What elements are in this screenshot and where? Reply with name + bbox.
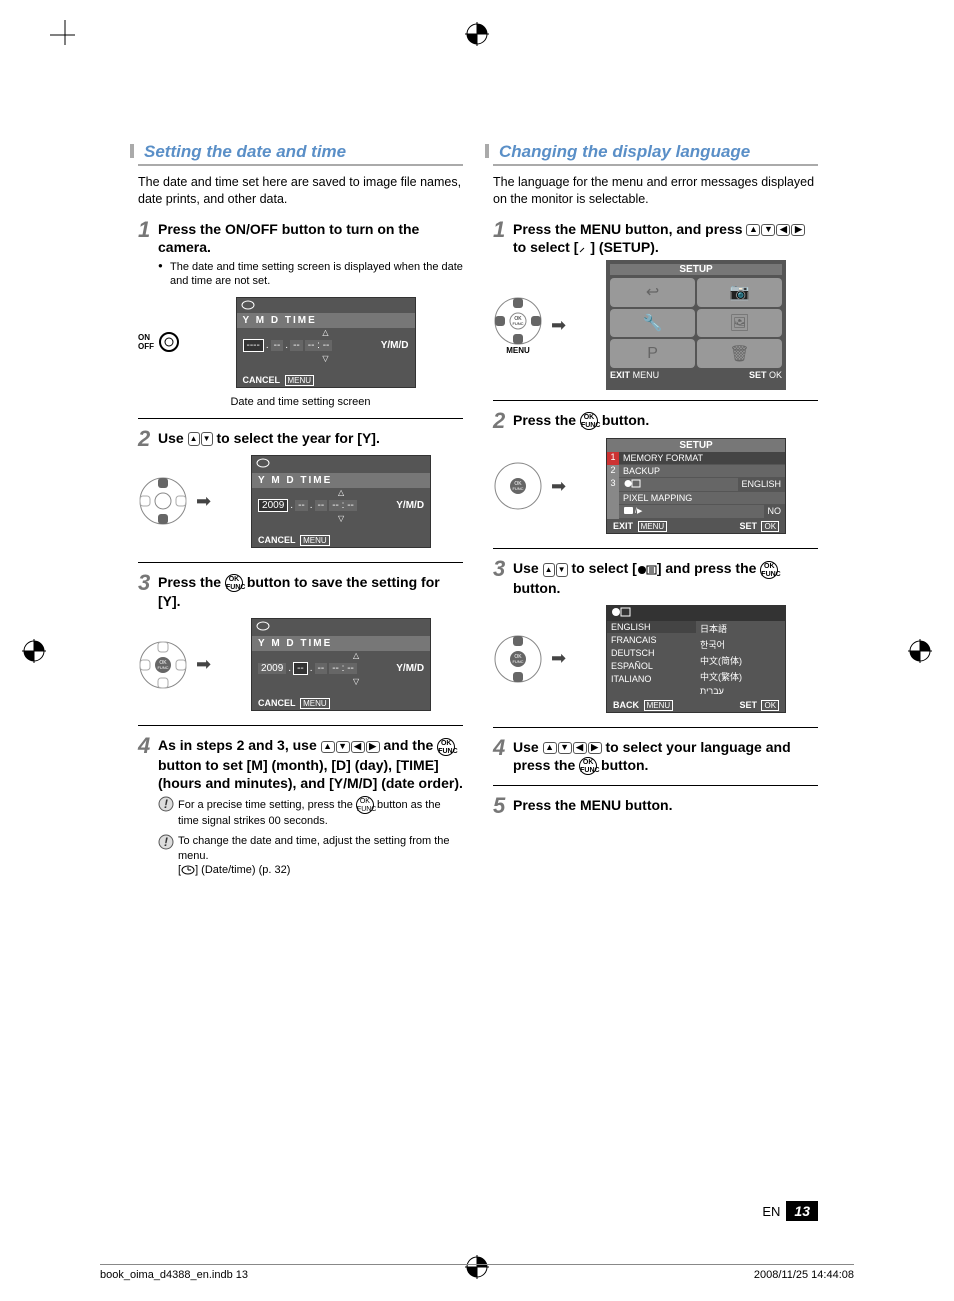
step-number: 4 xyxy=(138,732,150,761)
setup-item-icon: 🗑 xyxy=(697,339,782,368)
step-number: 3 xyxy=(493,555,505,584)
lcd-screen-3: Y M D TIME △ 2009. --. -- -- : -- Y/M/D … xyxy=(251,618,431,711)
ok-func-button-icon: OKFUNC xyxy=(225,574,243,592)
arrow-right-icon: ➡ xyxy=(551,476,566,497)
tip-1: ! For a precise time setting, press the … xyxy=(138,796,463,828)
step-3: 3 Press the OKFUNC button to save the se… xyxy=(138,573,463,715)
svg-text:FUNC: FUNC xyxy=(512,321,523,326)
setup-item-icon: 🔧 xyxy=(610,309,695,338)
crop-mark-right-icon xyxy=(906,637,934,665)
step-text: Use ▲▼◀▶ to select your language and pre… xyxy=(513,739,791,773)
dpad-icon: OKFUNC xyxy=(493,461,543,511)
dpad-icon: OKFUNC xyxy=(493,296,543,346)
step-r2: 2 Press the OKFUNC button. OKFUNC ➡ SETU… xyxy=(493,411,818,538)
lcd-caption: Date and time setting screen xyxy=(138,396,463,408)
camera-play-icon: /▶ xyxy=(623,506,645,515)
step-number: 1 xyxy=(493,216,505,245)
page-number: EN 13 xyxy=(762,1201,818,1221)
arrow-right-icon: ➡ xyxy=(196,491,211,512)
setup-menu-screen: SETUP ↩ 📷 🔧 🖼 P 🗑 EXIT MENUSET OK xyxy=(606,260,786,390)
step-text: Press the OKFUNC button to save the sett… xyxy=(158,574,440,609)
tip-2: ! To change the date and time, adjust th… xyxy=(138,834,463,877)
ok-func-button-icon: OKFUNC xyxy=(437,738,455,756)
crop-mark-left-icon xyxy=(20,637,48,665)
step-1: 1 Press the ON/OFF button to turn on the… xyxy=(138,220,463,408)
wrench-icon xyxy=(578,242,590,254)
arrow-buttons-icon: ▲▼◀▶ xyxy=(321,741,380,753)
setup-list-screen: SETUP 1MEMORY FORMAT 2BACKUP 3ENGLISH PI… xyxy=(606,438,786,534)
step-text: Use ▲▼ to select [] and press the OKFUNC… xyxy=(513,560,778,595)
step-r3: 3 Use ▲▼ to select [] and press the OKFU… xyxy=(493,559,818,716)
setup-item-icon: 📷 xyxy=(697,278,782,307)
language-icon xyxy=(637,564,657,576)
arrow-right-icon: ➡ xyxy=(551,315,566,336)
section-heading: Setting the date and time xyxy=(138,140,463,166)
step-number: 5 xyxy=(493,792,505,821)
up-down-buttons-icon: ▲▼ xyxy=(188,432,213,446)
info-icon: ! xyxy=(158,834,174,850)
svg-text:/▶: /▶ xyxy=(635,508,643,515)
up-down-buttons-icon: ▲▼ xyxy=(543,563,568,577)
ok-func-button-icon: OKFUNC xyxy=(760,561,778,579)
manual-page: Setting the date and time The date and t… xyxy=(0,0,954,1301)
clock-icon xyxy=(181,865,195,875)
arrow-right-icon: ➡ xyxy=(551,648,566,669)
svg-text:!: ! xyxy=(164,835,168,849)
footer-metadata: book_oima_d4388_en.indb 13 2008/11/25 14… xyxy=(100,1264,854,1281)
crop-mark-top-icon xyxy=(463,20,491,48)
footer-file: book_oima_d4388_en.indb 13 xyxy=(100,1269,248,1281)
intro-text: The date and time set here are saved to … xyxy=(138,174,463,208)
step-text: Press the MENU button, and press ▲▼◀▶ to… xyxy=(513,221,805,255)
lcd-screen-2: Y M D TIME △ 2009. --. -- -- : -- Y/M/D … xyxy=(251,455,431,548)
intro-text: The language for the menu and error mess… xyxy=(493,174,818,208)
step-r5: 5 Press the MENU button. xyxy=(493,796,818,814)
step-number: 2 xyxy=(138,425,150,454)
ok-func-button-icon: OKFUNC xyxy=(356,796,374,814)
dpad-icon: OKFUNC xyxy=(138,640,188,690)
svg-text:!: ! xyxy=(164,797,168,811)
section-heading-text: Setting the date and time xyxy=(144,142,346,161)
arrow-right-icon: ➡ xyxy=(196,654,211,675)
step-number: 1 xyxy=(138,216,150,245)
ok-func-button-icon: OKFUNC xyxy=(579,757,597,775)
crop-corner-icon xyxy=(50,20,80,50)
language-icon xyxy=(611,607,631,617)
step-text: Press the ON/OFF button to turn on the c… xyxy=(158,221,419,255)
step-number: 4 xyxy=(493,734,505,763)
step-number: 2 xyxy=(493,407,505,436)
svg-text:FUNC: FUNC xyxy=(512,486,523,491)
lcd-screen-1: Y M D TIME △ ----. --. -- -- : -- Y/M/D … xyxy=(236,297,416,388)
language-icon xyxy=(623,479,641,488)
step-r4: 4 Use ▲▼◀▶ to select your language and p… xyxy=(493,738,818,775)
step-text: Press the OKFUNC button. xyxy=(513,412,649,428)
footer-timestamp: 2008/11/25 14:44:08 xyxy=(754,1269,854,1281)
menu-label: MENU xyxy=(493,346,543,355)
step-number: 3 xyxy=(138,569,150,598)
arrow-buttons-icon: ▲▼◀▶ xyxy=(543,742,602,754)
arrow-buttons-icon: ▲▼◀▶ xyxy=(746,224,805,236)
step-text: As in steps 2 and 3, use ▲▼◀▶ and the OK… xyxy=(158,737,463,790)
step-text: Press the MENU button. xyxy=(513,797,672,813)
section-heading: Changing the display language xyxy=(493,140,818,166)
setup-item-icon: ↩ xyxy=(610,278,695,307)
step-r1: 1 Press the MENU button, and press ▲▼◀▶ … xyxy=(493,220,818,390)
dpad-icon xyxy=(138,476,188,526)
step-note: The date and time setting screen is disp… xyxy=(138,260,463,289)
left-column: Setting the date and time The date and t… xyxy=(138,140,463,887)
setup-item-icon: P xyxy=(610,339,695,368)
right-column: Changing the display language The langua… xyxy=(493,140,818,887)
svg-text:FUNC: FUNC xyxy=(157,665,168,670)
step-2: 2 Use ▲▼ to select the year for [Y]. ➡ Y… xyxy=(138,429,463,552)
dpad-icon: OKFUNC xyxy=(493,634,543,684)
section-heading-text: Changing the display language xyxy=(499,142,750,161)
step-text: Use ▲▼ to select the year for [Y]. xyxy=(158,430,380,446)
power-button-icon: ONOFF xyxy=(138,331,180,353)
language-list-screen: ENGLISH FRANCAIS DEUTSCH ESPAÑOL ITALIAN… xyxy=(606,605,786,713)
info-icon: ! xyxy=(158,796,174,812)
svg-text:FUNC: FUNC xyxy=(512,659,523,664)
ok-func-button-icon: OKFUNC xyxy=(580,412,598,430)
clock-icon xyxy=(241,300,255,310)
setup-item-icon: 🖼 xyxy=(697,309,782,338)
step-4: 4 As in steps 2 and 3, use ▲▼◀▶ and the … xyxy=(138,736,463,877)
